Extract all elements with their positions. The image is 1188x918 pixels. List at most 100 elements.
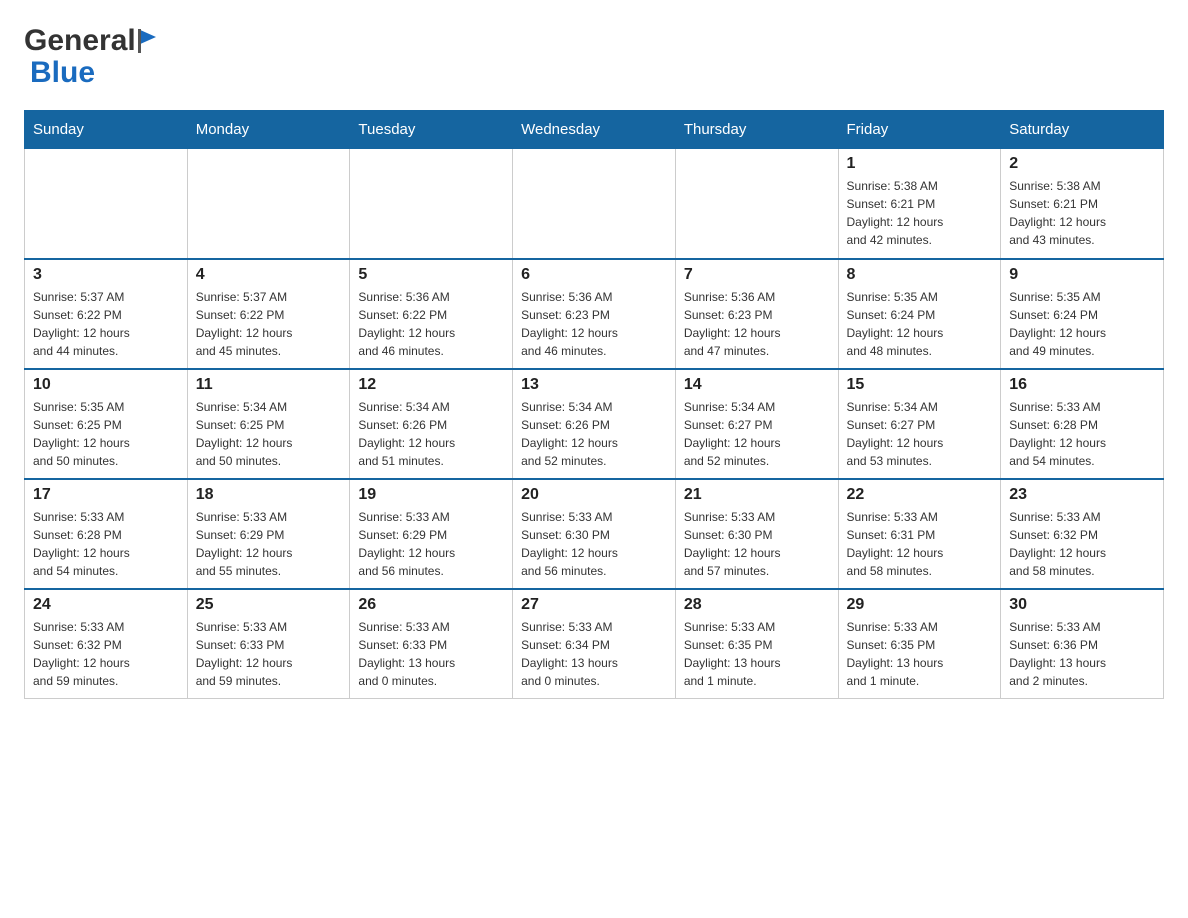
weekday-header-thursday: Thursday [675,111,838,149]
calendar-cell: 17 Sunrise: 5:33 AM Sunset: 6:28 PM Dayli… [25,479,188,589]
day-number: 24 [33,596,179,614]
calendar-cell: 3 Sunrise: 5:37 AM Sunset: 6:22 PM Daylig… [25,259,188,369]
logo-flag-icon [138,27,160,55]
calendar-cell: 13 Sunrise: 5:34 AM Sunset: 6:26 PM Dayli… [513,369,676,479]
calendar-cell: 30 Sunrise: 5:33 AM Sunset: 6:36 PM Dayli… [1001,589,1164,699]
calendar-cell: 27 Sunrise: 5:33 AM Sunset: 6:34 PM Dayli… [513,589,676,699]
day-number: 10 [33,376,179,394]
day-number: 4 [196,266,342,284]
day-number: 28 [684,596,830,614]
weekday-header-row: SundayMondayTuesdayWednesdayThursdayFrid… [25,111,1164,149]
calendar-cell: 11 Sunrise: 5:34 AM Sunset: 6:25 PM Dayli… [187,369,350,479]
day-info: Sunrise: 5:37 AM Sunset: 6:22 PM Dayligh… [33,288,179,360]
day-number: 25 [196,596,342,614]
day-info: Sunrise: 5:33 AM Sunset: 6:30 PM Dayligh… [684,508,830,580]
day-number: 6 [521,266,667,284]
day-number: 30 [1009,596,1155,614]
day-number: 11 [196,376,342,394]
weekday-header-wednesday: Wednesday [513,111,676,149]
calendar-cell: 28 Sunrise: 5:33 AM Sunset: 6:35 PM Dayli… [675,589,838,699]
day-info: Sunrise: 5:33 AM Sunset: 6:33 PM Dayligh… [358,618,504,690]
day-number: 15 [847,376,993,394]
day-info: Sunrise: 5:34 AM Sunset: 6:26 PM Dayligh… [358,398,504,470]
day-number: 19 [358,486,504,504]
day-info: Sunrise: 5:37 AM Sunset: 6:22 PM Dayligh… [196,288,342,360]
day-number: 14 [684,376,830,394]
calendar-cell: 26 Sunrise: 5:33 AM Sunset: 6:33 PM Dayli… [350,589,513,699]
day-info: Sunrise: 5:34 AM Sunset: 6:27 PM Dayligh… [847,398,993,470]
weekday-header-monday: Monday [187,111,350,149]
day-info: Sunrise: 5:33 AM Sunset: 6:35 PM Dayligh… [684,618,830,690]
calendar-cell: 21Sunrise: 5:33 AM Sunset: 6:30 PM Dayli… [675,479,838,589]
calendar-cell: 5 Sunrise: 5:36 AM Sunset: 6:22 PM Daylig… [350,259,513,369]
day-number: 18 [196,486,342,504]
day-info: Sunrise: 5:33 AM Sunset: 6:36 PM Dayligh… [1009,618,1155,690]
calendar-cell: 24 Sunrise: 5:33 AM Sunset: 6:32 PM Dayli… [25,589,188,699]
calendar-cell [513,149,676,259]
calendar-cell: 10 Sunrise: 5:35 AM Sunset: 6:25 PM Dayli… [25,369,188,479]
day-info: Sunrise: 5:33 AM Sunset: 6:29 PM Dayligh… [358,508,504,580]
day-info: Sunrise: 5:35 AM Sunset: 6:25 PM Dayligh… [33,398,179,470]
day-info: Sunrise: 5:36 AM Sunset: 6:23 PM Dayligh… [684,288,830,360]
day-info: Sunrise: 5:34 AM Sunset: 6:26 PM Dayligh… [521,398,667,470]
day-number: 20 [521,486,667,504]
day-number: 5 [358,266,504,284]
calendar-cell: 29 Sunrise: 5:33 AM Sunset: 6:35 PM Dayli… [838,589,1001,699]
day-info: Sunrise: 5:33 AM Sunset: 6:33 PM Dayligh… [196,618,342,690]
calendar-cell: 23 Sunrise: 5:33 AM Sunset: 6:32 PM Dayli… [1001,479,1164,589]
day-number: 13 [521,376,667,394]
calendar-header: SundayMondayTuesdayWednesdayThursdayFrid… [25,111,1164,149]
calendar-cell: 25 Sunrise: 5:33 AM Sunset: 6:33 PM Dayli… [187,589,350,699]
day-info: Sunrise: 5:33 AM Sunset: 6:32 PM Dayligh… [33,618,179,690]
week-row-5: 24 Sunrise: 5:33 AM Sunset: 6:32 PM Dayli… [25,589,1164,699]
day-info: Sunrise: 5:33 AM Sunset: 6:29 PM Dayligh… [196,508,342,580]
calendar-cell [187,149,350,259]
day-info: Sunrise: 5:35 AM Sunset: 6:24 PM Dayligh… [847,288,993,360]
day-info: Sunrise: 5:33 AM Sunset: 6:28 PM Dayligh… [1009,398,1155,470]
day-number: 1 [847,155,993,173]
day-number: 12 [358,376,504,394]
day-number: 22 [847,486,993,504]
day-info: Sunrise: 5:33 AM Sunset: 6:34 PM Dayligh… [521,618,667,690]
day-number: 16 [1009,376,1155,394]
day-number: 9 [1009,266,1155,284]
calendar-cell: 1Sunrise: 5:38 AM Sunset: 6:21 PM Daylig… [838,149,1001,259]
day-number: 26 [358,596,504,614]
calendar-cell: 20 Sunrise: 5:33 AM Sunset: 6:30 PM Dayli… [513,479,676,589]
day-info: Sunrise: 5:33 AM Sunset: 6:35 PM Dayligh… [847,618,993,690]
day-number: 7 [684,266,830,284]
calendar-cell [25,149,188,259]
calendar-cell: 16 Sunrise: 5:33 AM Sunset: 6:28 PM Dayli… [1001,369,1164,479]
calendar-cell: 18 Sunrise: 5:33 AM Sunset: 6:29 PM Dayli… [187,479,350,589]
day-number: 3 [33,266,179,284]
day-number: 23 [1009,486,1155,504]
day-info: Sunrise: 5:33 AM Sunset: 6:28 PM Dayligh… [33,508,179,580]
week-row-1: 1Sunrise: 5:38 AM Sunset: 6:21 PM Daylig… [25,149,1164,259]
day-info: Sunrise: 5:35 AM Sunset: 6:24 PM Dayligh… [1009,288,1155,360]
day-info: Sunrise: 5:33 AM Sunset: 6:31 PM Dayligh… [847,508,993,580]
calendar-cell: 2Sunrise: 5:38 AM Sunset: 6:21 PM Daylig… [1001,149,1164,259]
week-row-2: 3 Sunrise: 5:37 AM Sunset: 6:22 PM Daylig… [25,259,1164,369]
day-info: Sunrise: 5:36 AM Sunset: 6:23 PM Dayligh… [521,288,667,360]
day-info: Sunrise: 5:33 AM Sunset: 6:32 PM Dayligh… [1009,508,1155,580]
day-number: 17 [33,486,179,504]
calendar-cell: 12 Sunrise: 5:34 AM Sunset: 6:26 PM Dayli… [350,369,513,479]
day-info: Sunrise: 5:33 AM Sunset: 6:30 PM Dayligh… [521,508,667,580]
weekday-header-tuesday: Tuesday [350,111,513,149]
day-info: Sunrise: 5:34 AM Sunset: 6:27 PM Dayligh… [684,398,830,470]
calendar-cell [350,149,513,259]
calendar-cell: 19 Sunrise: 5:33 AM Sunset: 6:29 PM Dayli… [350,479,513,589]
weekday-header-saturday: Saturday [1001,111,1164,149]
week-row-3: 10 Sunrise: 5:35 AM Sunset: 6:25 PM Dayli… [25,369,1164,479]
week-row-4: 17 Sunrise: 5:33 AM Sunset: 6:28 PM Dayli… [25,479,1164,589]
calendar-table: SundayMondayTuesdayWednesdayThursdayFrid… [24,110,1164,699]
day-number: 29 [847,596,993,614]
day-info: Sunrise: 5:34 AM Sunset: 6:25 PM Dayligh… [196,398,342,470]
day-number: 8 [847,266,993,284]
calendar-cell: 6 Sunrise: 5:36 AM Sunset: 6:23 PM Daylig… [513,259,676,369]
page-header: General Blue [24,24,1164,90]
day-number: 27 [521,596,667,614]
calendar-cell: 22 Sunrise: 5:33 AM Sunset: 6:31 PM Dayli… [838,479,1001,589]
weekday-header-friday: Friday [838,111,1001,149]
day-info: Sunrise: 5:36 AM Sunset: 6:22 PM Dayligh… [358,288,504,360]
